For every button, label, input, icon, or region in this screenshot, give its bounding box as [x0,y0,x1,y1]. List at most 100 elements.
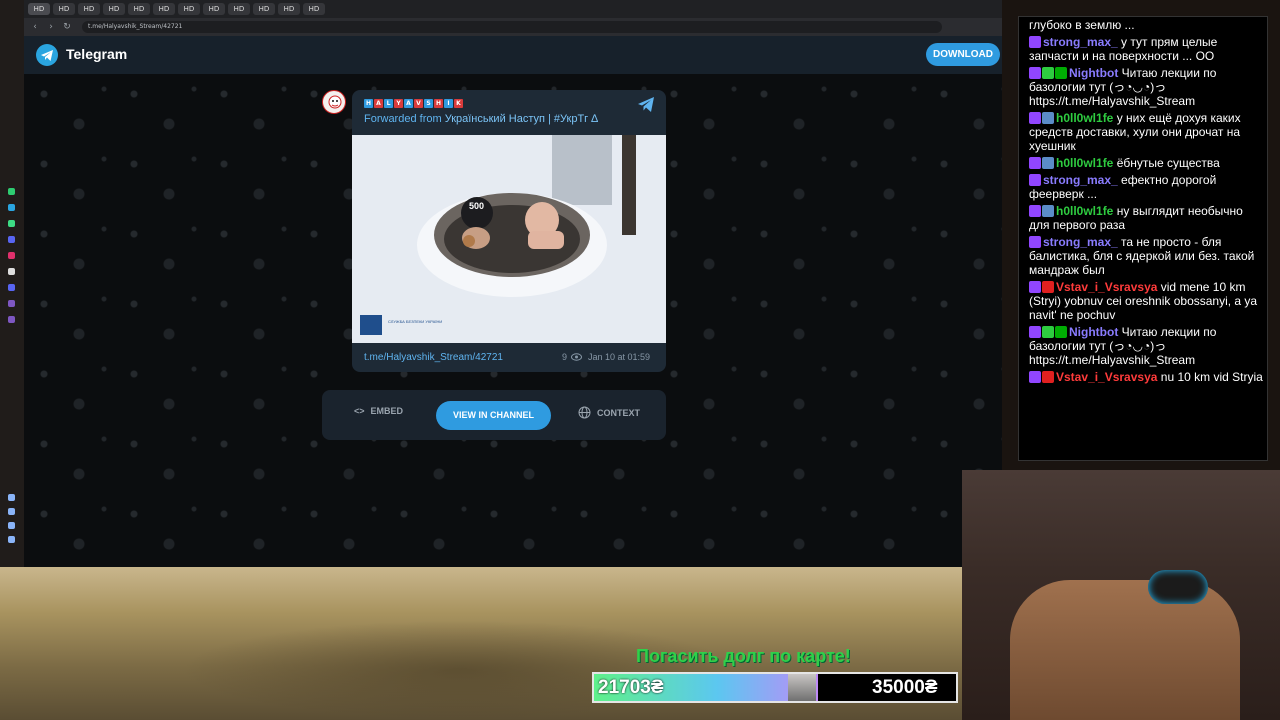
donation-avatar [788,674,816,701]
chat-badges [1029,112,1054,124]
badge-icon [1042,281,1054,293]
heart-icon[interactable] [8,494,15,501]
chat-text: nu 10 km vid Stryia [1160,370,1263,384]
donation-progress-bar: 21703₴ 35000₴ [592,672,958,703]
channel-name-letter: H [364,99,373,108]
telegram-logo-icon[interactable] [36,44,58,66]
chat-username[interactable]: h0ll0wl1fe [1056,204,1113,218]
code-icon: <> [354,406,365,416]
chat-username[interactable]: Vstav_i_Vsravsya [1056,370,1157,384]
chat-username[interactable]: strong_max_ [1043,35,1118,49]
channel-name-letter: I [444,99,453,108]
browser-tab[interactable]: HD [253,3,275,15]
browser-tab[interactable]: HD [203,3,225,15]
context-button[interactable]: CONTEXT [578,406,640,419]
browser-tab[interactable]: HD [153,3,175,15]
forward-prefix: Forwarded from [364,113,442,125]
badge-icon [1029,112,1041,124]
telegram-icon[interactable] [8,204,15,211]
forward-icon[interactable]: › [46,22,56,32]
reload-icon[interactable]: ↻ [62,22,72,32]
chat-message: h0ll0wl1fe ёбнутые существа [1019,155,1267,172]
chat-username[interactable]: Vstav_i_Vsravsya [1056,280,1157,294]
share-icon[interactable] [638,97,654,113]
chat-username[interactable]: h0ll0wl1fe [1056,111,1113,125]
channel-name-letter: A [374,99,383,108]
chat-username[interactable]: strong_max_ [1043,235,1118,249]
donation-title: Погасить долг по карте! [636,646,851,666]
chat-badges [1029,236,1041,248]
embed-button[interactable]: <> EMBED [354,406,403,416]
chat-text: ёбнутые существа [1116,156,1220,170]
browser-tab[interactable]: HD [103,3,125,15]
badge-icon [1042,371,1054,383]
channel-avatar[interactable] [322,90,346,114]
chat-message: Vstav_i_Vsravsya nu 10 km vid Stryia [1019,369,1267,386]
forwarded-from[interactable]: Forwarded from Український Наступ | #Укр… [364,113,598,125]
chat-username[interactable]: Nightbot [1069,325,1118,339]
badge-icon [1042,67,1054,79]
chat-badges [1029,281,1054,293]
channel-name-letter: S [424,99,433,108]
channel-name-letter: A [404,99,413,108]
badge-icon [1029,36,1041,48]
back-icon[interactable]: ‹ [30,22,40,32]
app-icon[interactable] [8,300,15,307]
post-link[interactable]: t.me/Halyavshik_Stream/42721 [364,352,503,363]
chat-message: h0ll0wl1fe ну выглядит необычно для перв… [1019,203,1267,234]
chat-username[interactable]: Nightbot [1069,66,1118,80]
whatsapp-icon[interactable] [8,220,15,227]
settings-icon[interactable] [8,536,15,543]
messenger-icon[interactable] [8,236,15,243]
badge-icon [1029,174,1041,186]
chat-badges [1029,205,1054,217]
post-date: Jan 10 at 01:59 [588,352,651,362]
app-icon[interactable] [8,316,15,323]
badge-icon [1029,205,1041,217]
channel-name[interactable]: HALYAVSHIK [364,99,463,109]
badge-icon [1029,67,1041,79]
action-bar: <> EMBED VIEW IN CHANNEL CONTEXT [322,390,666,440]
chat-badges [1029,36,1041,48]
chat-badges [1029,174,1041,186]
chat-username[interactable]: h0ll0wl1fe [1056,156,1113,170]
tab-strip: HD HD HD HD HD HD HD HD HD HD HD HD [24,0,1002,18]
app-icon[interactable] [8,188,15,195]
x-icon[interactable] [8,268,15,275]
forward-source[interactable]: Український Наступ | #УкрТг ∆ [445,113,598,125]
view-count: 9 [562,352,568,362]
post-photo[interactable]: 500 СЛУЖБА БЕЗПЕКИ УКРАЇНИ [352,135,666,343]
badge-icon [1042,326,1054,338]
chat-username[interactable]: strong_max_ [1043,173,1118,187]
channel-name-letter: L [384,99,393,108]
chat-icon[interactable] [8,522,15,529]
browser-tab[interactable]: HD [278,3,300,15]
channel-name-letter: K [454,99,463,108]
badge-icon [1055,67,1067,79]
chat-badges [1029,326,1067,338]
chat-message: Vstav_i_Vsravsya vid mene 10 km (Stryi) … [1019,279,1267,324]
clock-icon[interactable] [8,508,15,515]
discord-icon[interactable] [8,284,15,291]
address-bar: ‹ › ↻ t.me/Halyavshik_Stream/42721 [24,18,1002,36]
badge-icon [1042,205,1054,217]
chat-badges [1029,67,1067,79]
chat-badges [1029,157,1054,169]
badge-icon [1029,281,1041,293]
browser-tab[interactable]: HD [128,3,150,15]
instagram-icon[interactable] [8,252,15,259]
browser-tab[interactable]: HD [53,3,75,15]
url-input[interactable]: t.me/Halyavshik_Stream/42721 [82,21,942,33]
channel-name-letter: Y [394,99,403,108]
chat-message: strong_max_ та не просто - бля балистика… [1019,234,1267,279]
browser-tab[interactable]: HD [178,3,200,15]
browser-tab[interactable]: HD [78,3,100,15]
browser-tab[interactable]: HD [303,3,325,15]
channel-name-letter: H [434,99,443,108]
globe-icon [578,406,591,419]
browser-tab[interactable]: HD [228,3,250,15]
download-button[interactable]: DOWNLOAD [926,43,1000,66]
view-in-channel-button[interactable]: VIEW IN CHANNEL [436,401,551,430]
browser-tab[interactable]: HD [28,3,50,15]
badge-icon [1029,157,1041,169]
